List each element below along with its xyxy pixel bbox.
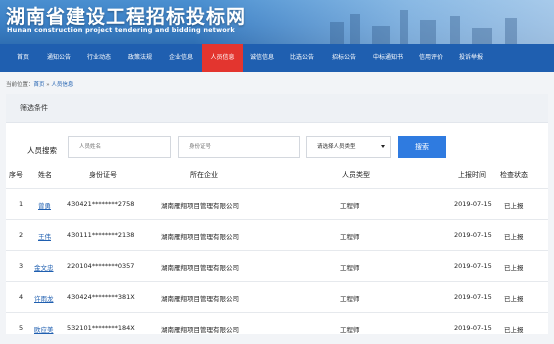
banner-building — [350, 14, 360, 44]
filter-heading: 筛选条件 — [20, 104, 48, 112]
nav-item-credit-eval[interactable]: 信用评价 — [416, 44, 446, 72]
filter-header: 筛选条件 — [6, 94, 548, 123]
personnel-type-select[interactable]: 请选择人员类型 — [306, 136, 391, 158]
person-name-link[interactable]: 金文忠 — [34, 262, 54, 272]
banner-building — [400, 10, 408, 44]
personnel-type-value: 请选择人员类型 — [317, 144, 356, 150]
row-number: 3 — [19, 262, 24, 270]
column-header-name: 姓名 — [38, 171, 52, 179]
nav-item-credit[interactable]: 诚信信息 — [247, 44, 277, 72]
breadcrumb-prefix: 当前位置： — [6, 82, 34, 88]
person-name-link[interactable]: 许雨龙 — [34, 293, 54, 303]
nav-item-industry[interactable]: 行业动态 — [84, 44, 114, 72]
id-number: 430421********2758 — [67, 200, 135, 208]
report-date: 2019-07-15 — [454, 293, 492, 301]
breadcrumb: 当前位置：首页 » 人员信息 — [6, 80, 73, 88]
search-label: 人员搜索 — [27, 146, 57, 155]
table-row: 5 欧应美 532101********184X 湖南雁翔项目管理有限公司 工程… — [6, 312, 548, 344]
column-header-type: 人员类型 — [342, 171, 370, 179]
table-row: 2 王伟 430111********2138 湖南雁翔项目管理有限公司 工程师… — [6, 219, 548, 251]
report-date: 2019-07-15 — [454, 262, 492, 270]
site-title: 湖南省建设工程招标投标网 — [6, 6, 247, 28]
personnel-type: 工程师 — [340, 233, 360, 241]
personnel-type: 工程师 — [340, 326, 360, 334]
company-name: 湖南雁翔项目管理有限公司 — [161, 295, 239, 303]
company-name: 湖南雁翔项目管理有限公司 — [161, 264, 239, 272]
row-number: 4 — [19, 293, 24, 301]
banner-building — [472, 28, 492, 44]
nav-item-home[interactable]: 首页 — [13, 44, 33, 72]
name-search-input[interactable] — [68, 136, 171, 158]
column-header-no: 序号 — [9, 171, 23, 179]
search-button[interactable]: 搜索 — [398, 136, 446, 158]
breadcrumb-current[interactable]: 人员信息 — [51, 82, 73, 88]
nav-item-personnel[interactable]: 人员信息 — [202, 44, 243, 72]
nav-item-award-notice[interactable]: 中标通知书 — [368, 44, 408, 72]
column-header-date: 上报时间 — [458, 171, 486, 179]
person-name-link[interactable]: 欧应美 — [34, 324, 54, 334]
id-number-input[interactable] — [178, 136, 300, 158]
id-number: 430111********2138 — [67, 231, 135, 239]
id-number: 532101********184X — [67, 324, 135, 332]
report-status: 已上报 — [504, 233, 524, 241]
banner-building — [450, 16, 460, 44]
person-name-link[interactable]: 王伟 — [38, 231, 51, 241]
report-status: 已上报 — [504, 295, 524, 303]
banner-building — [420, 20, 436, 44]
nav-item-companies[interactable]: 企业信息 — [165, 44, 197, 72]
report-date: 2019-07-15 — [454, 200, 492, 208]
id-number: 430424********381X — [67, 293, 135, 301]
personnel-type: 工程师 — [340, 202, 360, 210]
company-name: 湖南雁翔项目管理有限公司 — [161, 233, 239, 241]
banner-building — [330, 22, 344, 44]
table-row: 3 金文忠 220104********0357 湖南雁翔项目管理有限公司 工程… — [6, 250, 548, 282]
nav-item-notices[interactable]: 通知公告 — [44, 44, 74, 72]
report-status: 已上报 — [504, 202, 524, 210]
site-subtitle: Hunan construction project tendering and… — [7, 26, 235, 34]
site-banner: 湖南省建设工程招标投标网 Hunan construction project … — [0, 0, 554, 44]
column-header-company: 所在企业 — [190, 171, 218, 179]
table-row: 4 许雨龙 430424********381X 湖南雁翔项目管理有限公司 工程… — [6, 281, 548, 313]
report-status: 已上报 — [504, 326, 524, 334]
row-number: 1 — [19, 200, 24, 208]
banner-building — [505, 18, 517, 44]
nav-item-tenders[interactable]: 招标公告 — [328, 44, 360, 72]
nav-item-comparison[interactable]: 比选公告 — [286, 44, 318, 72]
chevron-down-icon — [381, 145, 385, 148]
company-name: 湖南雁翔项目管理有限公司 — [161, 202, 239, 210]
column-header-status: 检查状态 — [500, 171, 528, 179]
nav-item-complaints[interactable]: 投诉举报 — [456, 44, 486, 72]
table-row: 1 曾勇 430421********2758 湖南雁翔项目管理有限公司 工程师… — [6, 188, 548, 220]
personnel-type: 工程师 — [340, 264, 360, 272]
person-name-link[interactable]: 曾勇 — [38, 200, 51, 210]
column-header-id: 身份证号 — [89, 171, 117, 179]
row-number: 5 — [19, 324, 24, 332]
banner-building — [372, 26, 390, 44]
nav-item-policy[interactable]: 政策法规 — [124, 44, 156, 72]
company-name: 湖南雁翔项目管理有限公司 — [161, 326, 239, 334]
report-date: 2019-07-15 — [454, 231, 492, 239]
id-number: 220104********0357 — [67, 262, 135, 270]
personnel-type: 工程师 — [340, 295, 360, 303]
row-number: 2 — [19, 231, 24, 239]
report-date: 2019-07-15 — [454, 324, 492, 332]
main-nav: 首页 通知公告 行业动态 政策法规 企业信息 人员信息 诚信信息 比选公告 招标… — [0, 44, 554, 72]
report-status: 已上报 — [504, 264, 524, 272]
breadcrumb-home[interactable]: 首页 — [34, 82, 45, 88]
